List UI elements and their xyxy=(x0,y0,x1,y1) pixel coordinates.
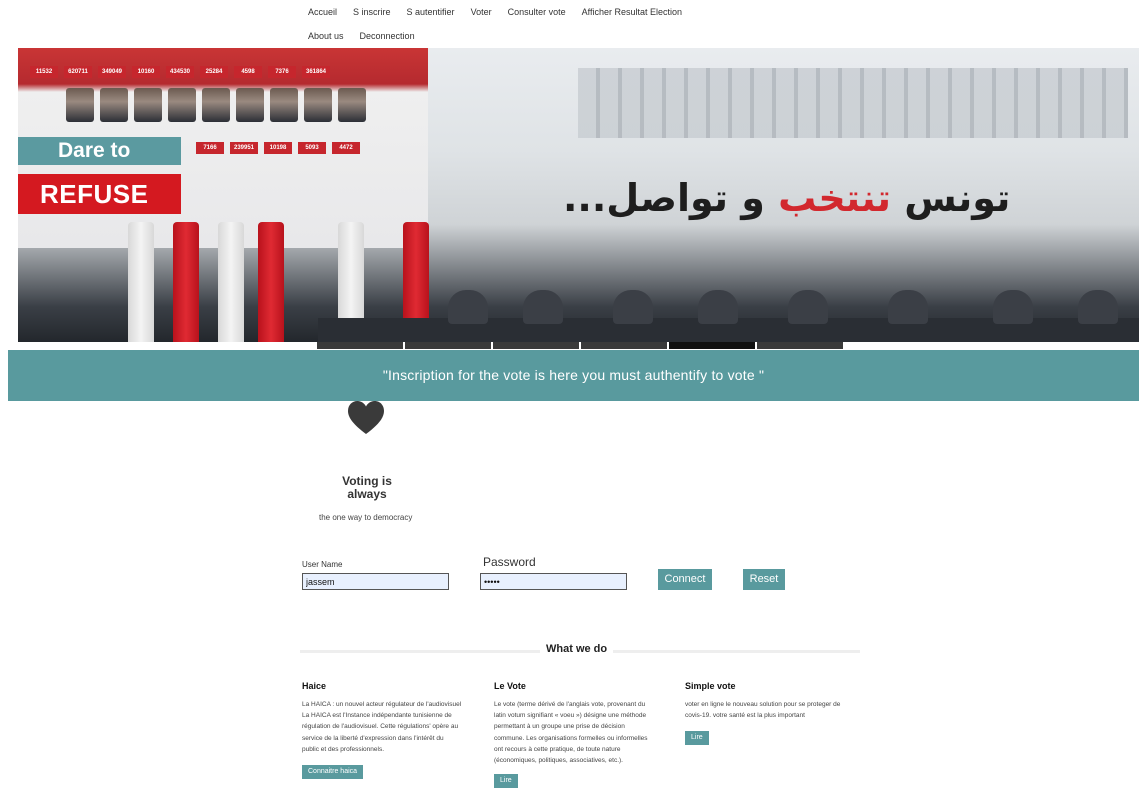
nav-about-us[interactable]: About us xyxy=(300,31,352,41)
username-input[interactable] xyxy=(302,573,449,590)
hero-image: 11532 620711 349049 10160 434530 25284 4… xyxy=(18,48,1139,342)
nav-sinscrire[interactable]: S inscrire xyxy=(345,7,399,17)
vote-count: 361864 xyxy=(302,66,330,78)
column-text: La HAICA : un nouvel acteur régulateur d… xyxy=(302,701,462,753)
arabic-slogan-part: تونس xyxy=(891,176,1011,220)
candidate-portraits-row-1 xyxy=(66,88,366,122)
arabic-slogan-part: و تواصل... xyxy=(563,176,779,220)
panel-person xyxy=(788,290,828,324)
nav-accueil[interactable]: Accueil xyxy=(300,7,345,17)
column-text: Le vote (terme dérivé de l'anglais vote,… xyxy=(494,701,648,765)
candidate-portrait xyxy=(202,88,230,122)
slider-indicator-3[interactable] xyxy=(493,342,579,349)
info-column-haice: Haice La HAICA : un nouvel acteur régula… xyxy=(302,681,472,780)
panel-person xyxy=(993,290,1033,324)
vote-count-strip-bottom: 7166 239951 10198 5093 4472 xyxy=(196,142,360,154)
slider-indicator-2[interactable] xyxy=(405,342,491,349)
nav-row-2: About us Deconnection xyxy=(300,24,720,48)
panel-person xyxy=(698,290,738,324)
flag xyxy=(173,222,199,342)
flag xyxy=(218,222,244,342)
candidate-portrait xyxy=(134,88,162,122)
vote-count: 7166 xyxy=(196,142,224,154)
panel-person xyxy=(613,290,653,324)
building-backdrop xyxy=(578,68,1128,138)
flag xyxy=(128,222,154,342)
column-text: voter en ligne le nouveau solution pour … xyxy=(685,701,841,720)
heart-icon xyxy=(348,401,384,434)
password-input[interactable] xyxy=(480,573,627,590)
arabic-slogan-highlight: تنتخب xyxy=(778,176,892,220)
candidate-portrait xyxy=(66,88,94,122)
candidate-portrait xyxy=(100,88,128,122)
vote-count: 4598 xyxy=(234,66,262,78)
flag xyxy=(258,222,284,342)
refuse-badge: REFUSE xyxy=(18,174,181,214)
info-column-le-vote: Le Vote Le vote (terme dérivé de l'angla… xyxy=(494,681,664,789)
slider-indicator-4[interactable] xyxy=(581,342,667,349)
reset-button[interactable]: Reset xyxy=(743,569,785,590)
info-banner: "Inscription for the vote is here you mu… xyxy=(8,350,1139,401)
vote-count: 239951 xyxy=(230,142,258,154)
username-label: User Name xyxy=(302,560,343,569)
candidate-portrait xyxy=(168,88,196,122)
vote-count: 11532 xyxy=(30,66,58,78)
candidate-portrait xyxy=(236,88,264,122)
candidate-portrait xyxy=(338,88,366,122)
tagline-subtitle: the one way to democracy xyxy=(319,513,413,522)
lire-button[interactable]: Lire xyxy=(685,731,709,746)
candidate-portrait xyxy=(270,88,298,122)
vote-count: 10198 xyxy=(264,142,292,154)
panel-person xyxy=(448,290,488,324)
vote-count: 10160 xyxy=(132,66,160,78)
vote-count: 7376 xyxy=(268,66,296,78)
candidate-portrait xyxy=(304,88,332,122)
top-nav: Accueil S inscrire S autentifier Voter C… xyxy=(300,0,720,48)
section-title: What we do xyxy=(540,643,614,655)
vote-count-strip-top: 11532 620711 349049 10160 434530 25284 4… xyxy=(30,66,330,78)
column-title: Simple vote xyxy=(685,681,736,691)
vote-count: 25284 xyxy=(200,66,228,78)
vote-count: 349049 xyxy=(98,66,126,78)
nav-afficher-resultat[interactable]: Afficher Resultat Election xyxy=(574,7,690,17)
panel-person xyxy=(523,290,563,324)
vote-count: 620711 xyxy=(64,66,92,78)
connaitre-haica-button[interactable]: Connaitre haica xyxy=(302,765,364,780)
what-we-do-header: What we do xyxy=(300,643,860,659)
nav-deconnection[interactable]: Deconnection xyxy=(352,31,423,41)
password-label: Password xyxy=(483,555,536,569)
slider-indicator-1[interactable] xyxy=(317,342,403,349)
slider-indicator-6[interactable] xyxy=(757,342,843,349)
slider-indicator-5[interactable] xyxy=(669,342,755,349)
column-title: Haice xyxy=(302,681,327,691)
lire-button[interactable]: Lire xyxy=(494,774,518,789)
vote-count: 434530 xyxy=(166,66,194,78)
slider-indicators xyxy=(317,342,843,349)
info-column-simple-vote: Simple vote voter en ligne le nouveau so… xyxy=(685,681,855,746)
column-title: Le Vote xyxy=(494,681,526,691)
arabic-slogan: تونس تنتخب و تواصل... xyxy=(563,176,1010,220)
connect-button[interactable]: Connect xyxy=(658,569,712,590)
tagline-title-line: always xyxy=(347,487,387,501)
vote-count: 5093 xyxy=(298,142,326,154)
nav-consulter-vote[interactable]: Consulter vote xyxy=(500,7,574,17)
vote-count: 4472 xyxy=(332,142,360,154)
nav-row-1: Accueil S inscrire S autentifier Voter C… xyxy=(300,0,720,24)
tagline-title: Voting is always xyxy=(317,475,417,501)
panel-person xyxy=(1078,290,1118,324)
nav-sautentifier[interactable]: S autentifier xyxy=(399,7,463,17)
panel-person xyxy=(888,290,928,324)
dare-to-badge: Dare to xyxy=(18,137,181,165)
nav-voter[interactable]: Voter xyxy=(463,7,500,17)
